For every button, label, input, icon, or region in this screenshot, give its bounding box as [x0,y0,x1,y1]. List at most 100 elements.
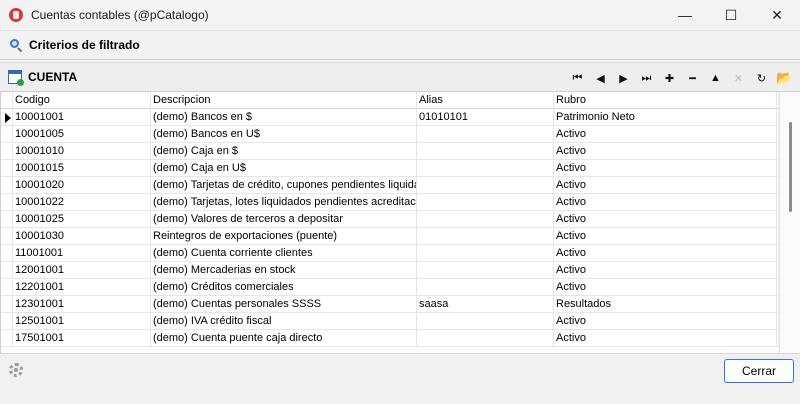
cell-descripcion[interactable]: (demo) Tarjetas de crédito, cupones pend… [151,177,417,194]
cell-codigo[interactable]: 12001001 [13,262,151,279]
column-header-codigo[interactable]: Codigo [13,92,151,109]
table-row[interactable]: 10001022 (demo) Tarjetas, lotes liquidado… [1,194,778,211]
cell-alias[interactable] [417,313,554,330]
cell-rubro[interactable]: Activo [554,262,777,279]
cell-descripcion[interactable]: (demo) Créditos comerciales [151,279,417,296]
refresh-button[interactable]: ↻ [750,67,773,89]
close-button[interactable]: Cerrar [724,359,794,383]
cell-rubro[interactable]: Patrimonio Neto [554,109,777,126]
cell-alias[interactable] [417,160,554,177]
prior-record-button[interactable]: ◀ [589,67,612,89]
cell-descripcion[interactable]: (demo) Cuentas personales SSSS [151,296,417,313]
cell-descripcion[interactable]: (demo) Cuenta corriente clientes [151,245,417,262]
cell-codigo[interactable]: 12201001 [13,279,151,296]
first-record-button[interactable]: ⏮ [566,67,589,89]
cell-alias[interactable] [417,143,554,160]
cell-alias[interactable] [417,126,554,143]
cell-codigo[interactable]: 10001005 [13,126,151,143]
next-record-button[interactable]: ▶ [612,67,635,89]
title-bar: Cuentas contables (@pCatalogo) — ☐ ✕ [0,0,800,31]
cell-alias[interactable] [417,177,554,194]
cell-alias[interactable] [417,262,554,279]
cell-descripcion[interactable]: Reintegros de exportaciones (puente) [151,228,417,245]
cell-descripcion[interactable]: (demo) Tarjetas, lotes liquidados pendie… [151,194,417,211]
cell-rubro[interactable]: Activo [554,330,777,347]
cell-descripcion[interactable]: (demo) Bancos en $ [151,109,417,126]
vertical-scrollbar[interactable] [779,92,800,353]
close-window-button[interactable]: ✕ [754,0,800,31]
table-row[interactable]: 10001005 (demo) Bancos en U$ Activo [1,126,778,143]
accounts-grid[interactable]: Codigo Descripcion Alias Rubro 10001001 (demo… [0,92,778,353]
table-row[interactable]: 10001001 (demo) Bancos en $01010101 Patrim… [1,109,778,126]
window-title: Cuentas contables (@pCatalogo) [31,8,209,22]
table-row[interactable]: 10001015 (demo) Caja en U$ Activo [1,160,778,177]
cell-codigo[interactable]: 12501001 [13,313,151,330]
table-row[interactable]: 12001001 (demo) Mercaderias en stock Activ… [1,262,778,279]
cell-codigo[interactable]: 10001022 [13,194,151,211]
cell-alias[interactable] [417,279,554,296]
cell-rubro[interactable]: Activo [554,177,777,194]
cell-alias[interactable] [417,228,554,245]
row-indicator [1,143,13,160]
cell-rubro[interactable]: Activo [554,211,777,228]
cell-codigo[interactable]: 10001025 [13,211,151,228]
insert-record-button[interactable]: ✚ [658,67,681,89]
table-row[interactable]: 11001001 (demo) Cuenta corriente clientes… [1,245,778,262]
table-row[interactable]: 10001025 (demo) Valores de terceros a dep… [1,211,778,228]
cell-descripcion[interactable]: (demo) Caja en $ [151,143,417,160]
delete-record-button[interactable]: ━ [681,67,704,89]
table-row[interactable]: 12301001 (demo) Cuentas personales SSSS sa… [1,296,778,313]
footer-bar: Cerrar [0,353,800,404]
cell-descripcion[interactable]: (demo) Caja en U$ [151,160,417,177]
cell-descripcion[interactable]: (demo) Valores de terceros a depositar [151,211,417,228]
cell-codigo[interactable]: 10001015 [13,160,151,177]
minimize-button[interactable]: — [662,0,708,31]
cell-rubro[interactable]: Activo [554,245,777,262]
maximize-button[interactable]: ☐ [708,0,754,31]
table-row[interactable]: 10001020 (demo) Tarjetas de crédito, cupo… [1,177,778,194]
cell-rubro[interactable]: Activo [554,160,777,177]
cell-rubro[interactable]: Activo [554,228,777,245]
folder-button[interactable]: 📂 [773,67,796,89]
cell-alias[interactable] [417,245,554,262]
filter-panel-header[interactable]: Criterios de filtrado [0,31,800,60]
cell-descripcion[interactable]: (demo) Bancos en U$ [151,126,417,143]
table-row[interactable]: 12201001 (demo) Créditos comerciales Activ… [1,279,778,296]
scrollbar-thumb[interactable] [789,122,792,212]
cell-alias[interactable] [417,194,554,211]
row-indicator [1,177,13,194]
row-indicator [1,330,13,347]
cell-rubro[interactable]: Activo [554,194,777,211]
cell-codigo[interactable]: 17501001 [13,330,151,347]
cell-descripcion[interactable]: (demo) IVA crédito fiscal [151,313,417,330]
table-row[interactable]: 10001010 (demo) Caja en $ Activo [1,143,778,160]
cell-codigo[interactable]: 10001010 [13,143,151,160]
cell-rubro[interactable]: Activo [554,313,777,330]
edit-record-button[interactable]: ▲ [704,67,727,89]
cell-rubro[interactable]: Activo [554,143,777,160]
column-header-alias[interactable]: Alias [417,92,554,109]
cell-rubro[interactable]: Activo [554,126,777,143]
cell-codigo[interactable]: 12301001 [13,296,151,313]
cell-rubro[interactable]: Resultados [554,296,777,313]
gear-icon[interactable] [9,363,23,377]
cell-alias[interactable] [417,211,554,228]
cell-codigo[interactable]: 10001030 [13,228,151,245]
last-record-button[interactable]: ⏭ [635,67,658,89]
cell-codigo[interactable]: 11001001 [13,245,151,262]
table-row[interactable]: 10001030 Reintegros de exportaciones (pue… [1,228,778,245]
cell-codigo[interactable]: 10001020 [13,177,151,194]
row-indicator [1,296,13,313]
cancel-edit-button[interactable]: ✕ [727,67,750,89]
cell-alias[interactable]: 01010101 [417,109,554,126]
column-header-rubro[interactable]: Rubro [554,92,777,109]
cell-alias[interactable] [417,330,554,347]
column-header-descripcion[interactable]: Descripcion [151,92,417,109]
cell-descripcion[interactable]: (demo) Mercaderias en stock [151,262,417,279]
cell-codigo[interactable]: 10001001 [13,109,151,126]
cell-rubro[interactable]: Activo [554,279,777,296]
cell-alias[interactable]: saasa [417,296,554,313]
table-row[interactable]: 17501001 (demo) Cuenta puente caja direct… [1,330,778,347]
cell-descripcion[interactable]: (demo) Cuenta puente caja directo [151,330,417,347]
table-row[interactable]: 12501001 (demo) IVA crédito fiscal Activo [1,313,778,330]
